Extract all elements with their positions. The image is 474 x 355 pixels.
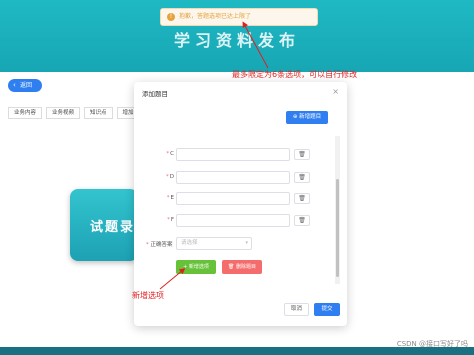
question-entry-card-text: 试题录 — [90, 220, 136, 235]
chevron-down-icon: ▾ — [245, 240, 248, 246]
correct-answer-select[interactable]: 请选择 ▾ — [176, 237, 252, 250]
cancel-button[interactable]: 取消 — [284, 303, 309, 316]
arrow-left-icon: ‹ — [13, 81, 16, 89]
correct-answer-placeholder: 请选择 — [181, 240, 198, 246]
add-question-button[interactable]: ⊕ 新增题目 — [286, 111, 328, 124]
tab-business-content[interactable]: 业务内容 — [8, 107, 43, 119]
question-entry-card[interactable]: 试题录 — [70, 189, 138, 261]
option-label: *C — [166, 151, 174, 157]
delete-question-button[interactable]: 🗑 删除题目 — [222, 260, 262, 274]
submit-button[interactable]: 提交 — [314, 303, 340, 316]
tab-business-video[interactable]: 业务视频 — [46, 107, 81, 119]
trash-icon[interactable]: 🗑 — [294, 172, 310, 183]
tab-knowledge-point[interactable]: 知识点 — [84, 107, 113, 119]
option-label: *F — [167, 217, 174, 223]
close-icon[interactable]: × — [332, 87, 339, 96]
option-label: *D — [166, 174, 174, 180]
warning-icon: ! — [167, 13, 175, 21]
option-input[interactable] — [176, 148, 290, 161]
watermark: CSDN @接口写好了吗 — [396, 340, 468, 348]
option-input[interactable] — [176, 171, 290, 184]
option-label: *E — [166, 195, 174, 201]
option-row-c: *C 🗑 — [134, 148, 334, 162]
back-button-label: 返回 — [20, 82, 33, 89]
option-input[interactable] — [176, 214, 290, 227]
delete-question-label: 删除题目 — [235, 264, 256, 270]
trash-icon: 🗑 — [228, 264, 236, 270]
dialog-title: 添加题目 — [142, 90, 168, 98]
option-row-f: *F 🗑 — [134, 214, 334, 228]
add-question-label: 新增题目 — [299, 114, 322, 120]
trash-icon[interactable]: 🗑 — [294, 215, 310, 226]
banner-title: 学习资料发布 — [173, 31, 300, 50]
annotation-max-options: 最多限定为6条选项，可以自行修改 — [232, 70, 358, 79]
add-question-dialog: 添加题目 × ⊕ 新增题目 *C 🗑 *D 🗑 *E 🗑 *F 🗑 * 正确答案… — [134, 82, 347, 326]
correct-answer-label: * 正确答案 — [146, 242, 173, 248]
scrollbar-thumb[interactable] — [336, 179, 339, 277]
new-option-button[interactable]: + 新增选项 — [176, 260, 216, 274]
correct-answer-row: * 正确答案 请选择 ▾ — [134, 237, 334, 251]
option-row-d: *D 🗑 — [134, 171, 334, 185]
warning-toast: ! 抱歉，答题选项已达上限了 — [160, 8, 318, 26]
option-input[interactable] — [176, 192, 290, 205]
option-row-e: *E 🗑 — [134, 192, 334, 206]
page-tabs: 业务内容 业务视频 知识点 增加试题 — [8, 107, 151, 119]
back-button[interactable]: ‹ 返回 — [8, 79, 42, 92]
toast-text: 抱歉，答题选项已达上限了 — [179, 13, 252, 20]
trash-icon[interactable]: 🗑 — [294, 193, 310, 204]
annotation-new-option: 新增选项 — [132, 291, 164, 300]
trash-icon[interactable]: 🗑 — [294, 149, 310, 160]
